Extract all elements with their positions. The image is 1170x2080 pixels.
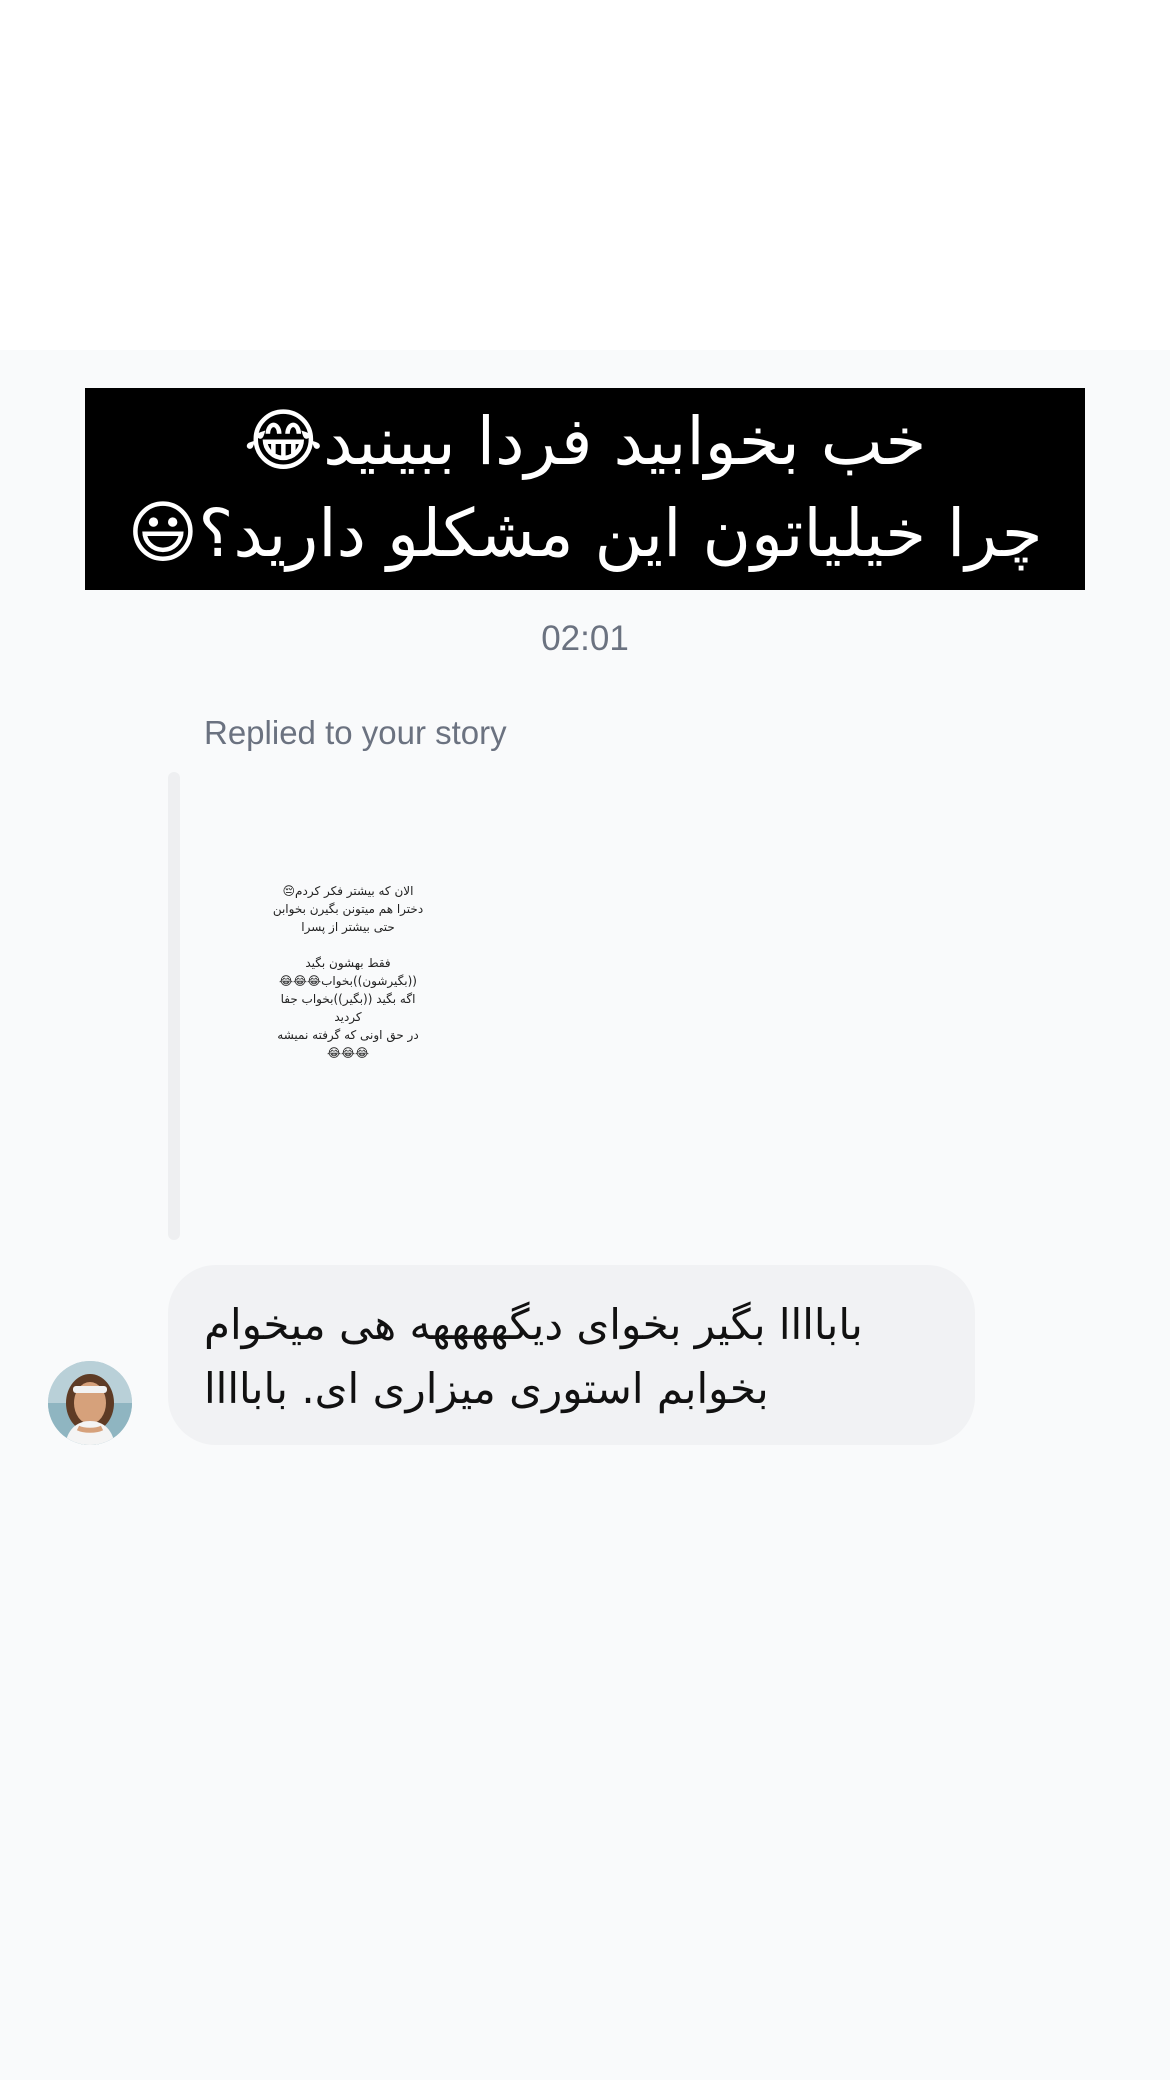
replied-to-story-label: Replied to your story [204, 714, 507, 751]
message-timestamp: 02:01 [541, 619, 629, 658]
story-preview-line: ((بگیرشون))بخواب😂😂😂 [279, 974, 417, 988]
story-preview-line: حتی بیشتر از پسرا [301, 920, 395, 934]
sender-avatar-photo-icon [48, 1361, 132, 1445]
sender-avatar[interactable] [48, 1361, 132, 1445]
story-caption-line-1: خب بخوابید فردا ببینید😂 [243, 402, 927, 481]
story-preview-line: دخترا هم میتونن بگیرن بخوابن [272, 902, 424, 916]
message-text-line-2: بخوابم استوری میزاری ای. باباااا [204, 1364, 769, 1413]
smiling-face-emoji-icon: 😃 [127, 494, 199, 573]
story-preview-line: در حق اونی که گرفته نمیشه [277, 1028, 419, 1042]
story-preview-line: الان که بیشتر فکر کردم😔 [282, 884, 414, 898]
top-blank-area [0, 0, 1170, 350]
story-caption-line-2: چرا خیلیاتون این مشکلو دارید؟😃 [127, 494, 1043, 573]
message-bubble[interactable]: باباااا بگیر بخوای دیگههههه هی میخوام بخ… [168, 1265, 975, 1445]
message-text-line-1: باباااا بگیر بخوای دیگههههه هی میخوام [204, 1300, 863, 1349]
tears-of-joy-emoji-icon: 😂 [243, 402, 324, 481]
reply-indicator-bar [168, 772, 180, 1240]
story-preview-line: فقط بهشون بگید [305, 956, 391, 970]
story-preview-thumbnail[interactable]: الان که بیشتر فکر کردم😔 دخترا هم میتونن … [230, 772, 466, 1192]
story-preview-line: کردید [334, 1010, 362, 1024]
story-preview-text: الان که بیشتر فکر کردم😔 دخترا هم میتونن … [252, 882, 444, 1062]
story-preview-line: 😂😂😂 [326, 1046, 370, 1060]
story-preview-line: اگه بگید ((بگیر))بخواب جفا [280, 992, 416, 1006]
story-caption-banner: خب بخوابید فردا ببینید😂 چرا خیلیاتون این… [85, 388, 1085, 590]
story-preview-gap [252, 936, 444, 954]
